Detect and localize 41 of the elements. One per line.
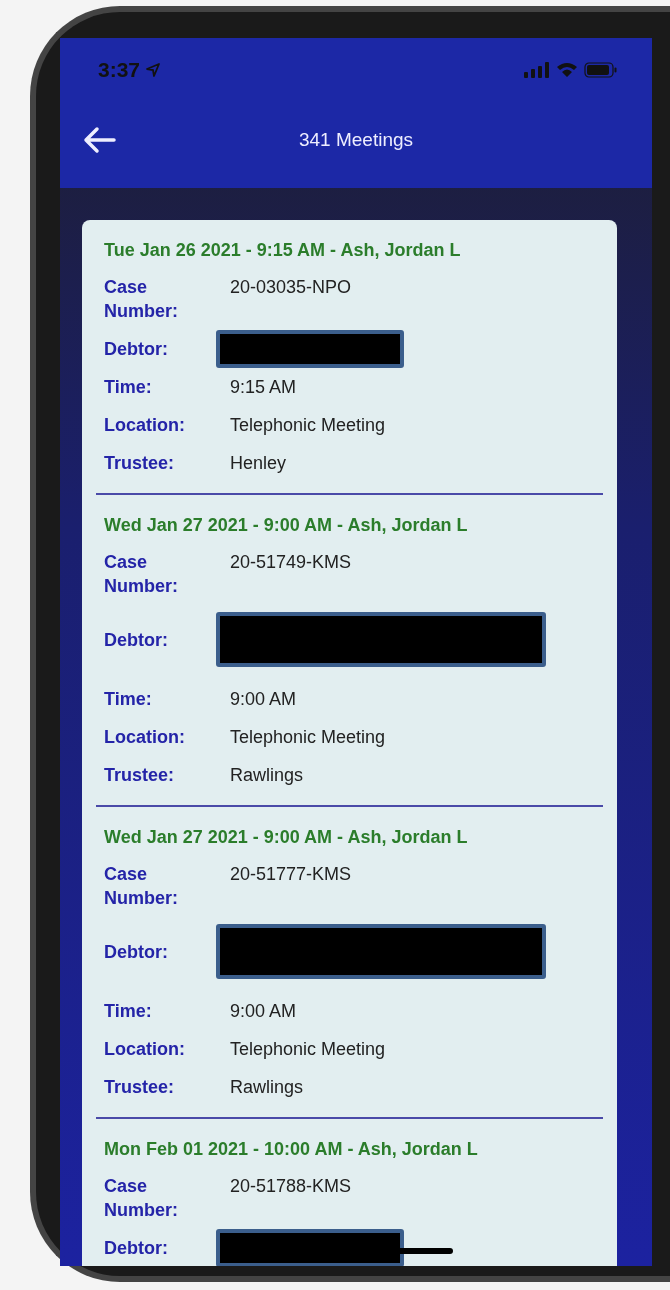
field-value: Rawlings: [230, 1076, 304, 1099]
field-label: Case Number:: [104, 551, 179, 598]
field-value: Telephonic Meeting: [230, 726, 386, 749]
screen-title: 341 Meetings: [298, 129, 414, 151]
field-value: 20-51749-KMS: [230, 551, 352, 574]
field-value: Telephonic Meeting: [230, 1038, 386, 1061]
field-value: Telephonic Meeting: [230, 414, 386, 437]
meeting-heading[interactable]: Mon Feb 01 2021 - 10:00 AM - Ash, Jordan L: [104, 1139, 595, 1160]
location-arrow-icon: [146, 63, 161, 77]
field-label: Time:: [104, 1000, 153, 1023]
field-label: Trustee:: [104, 452, 176, 475]
field-label: Location:: [104, 726, 186, 749]
field-value: Henley: [230, 452, 287, 475]
status-time: 3:37: [98, 58, 141, 82]
field-value: 20-51788-KMS: [230, 1175, 352, 1198]
field-value: Rawlings: [230, 764, 304, 787]
field-label: Case Number:: [104, 1175, 179, 1222]
field-label: Location:: [104, 414, 186, 437]
signal-icon: [524, 62, 550, 78]
field-label: Debtor:: [104, 628, 169, 652]
field-label: Case Number:: [104, 276, 179, 323]
field-label: Time:: [104, 688, 153, 711]
wifi-icon: [556, 62, 578, 78]
field-value: 9:15 AM: [230, 376, 297, 399]
field-label: Trustee:: [104, 1076, 176, 1099]
field-label: Debtor:: [104, 338, 169, 361]
field-label: Case Number:: [104, 863, 179, 910]
field-value: 9:00 AM: [230, 688, 297, 711]
meeting-heading[interactable]: Wed Jan 27 2021 - 9:00 AM - Ash, Jordan L: [104, 827, 595, 848]
battery-icon: [584, 62, 618, 78]
field-label: Location:: [104, 1038, 186, 1061]
meeting-heading[interactable]: Tue Jan 26 2021 - 9:15 AM - Ash, Jordan L: [104, 240, 595, 261]
meeting-heading[interactable]: Wed Jan 27 2021 - 9:00 AM - Ash, Jordan L: [104, 515, 595, 536]
field-label: Debtor:: [104, 1237, 169, 1260]
back-button[interactable]: [82, 126, 116, 154]
field-value: 20-03035-NPO: [230, 276, 352, 299]
field-value: 20-51777-KMS: [230, 863, 352, 886]
field-label: Trustee:: [104, 764, 176, 787]
field-label: Time:: [104, 376, 153, 399]
field-label: Debtor:: [104, 940, 169, 964]
field-value: 9:00 AM: [230, 1000, 297, 1023]
